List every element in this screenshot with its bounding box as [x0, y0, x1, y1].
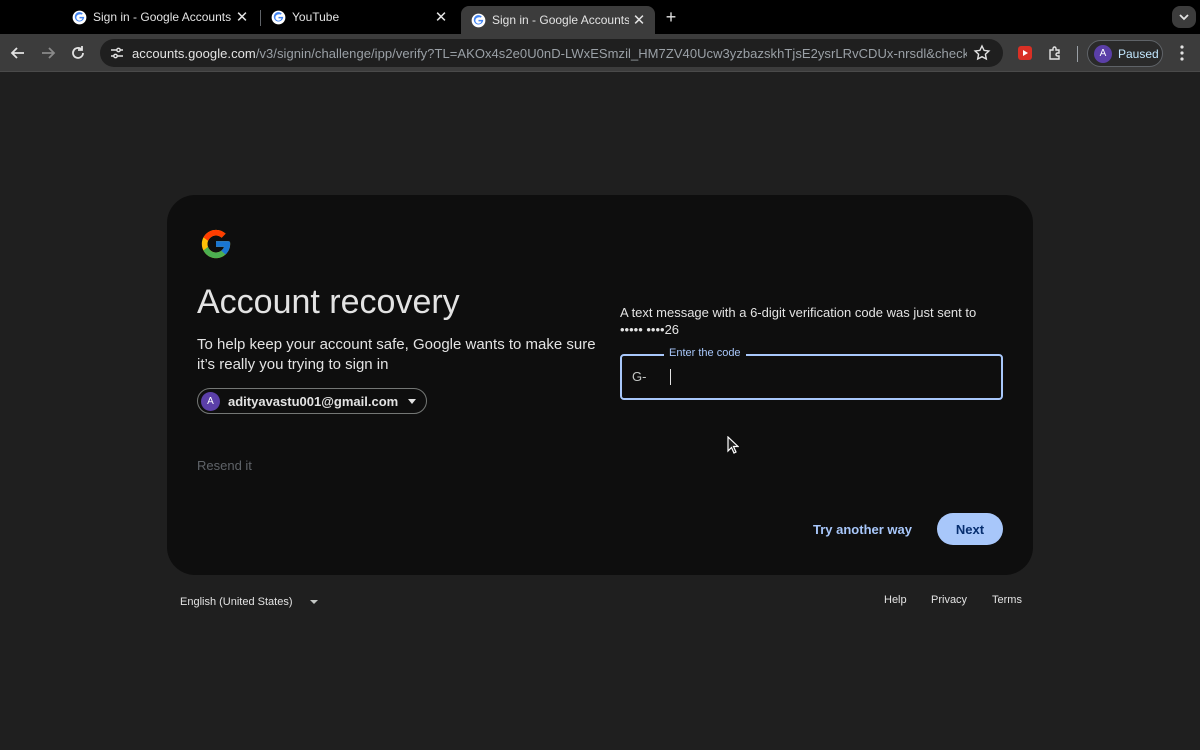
tab-title: YouTube	[292, 10, 340, 24]
url-host: accounts.google.com	[132, 45, 256, 61]
next-button[interactable]: Next	[937, 513, 1003, 545]
profile-status: Paused	[1118, 46, 1159, 61]
page-title: Account recovery	[197, 283, 460, 321]
page-subtitle: To help keep your account safe, Google w…	[197, 336, 596, 373]
close-icon[interactable]: ✕	[629, 10, 649, 30]
caret-down-icon	[310, 600, 318, 604]
resend-link[interactable]: Resend it	[197, 458, 252, 473]
text-caret	[670, 369, 671, 385]
browser-toolbar: accounts.google.com/v3/signin/challenge/…	[0, 34, 1200, 72]
address-bar[interactable]: accounts.google.com/v3/signin/challenge/…	[100, 39, 1003, 67]
arrow-left-icon	[10, 47, 24, 59]
help-link[interactable]: Help	[884, 594, 907, 606]
tab-title: Sign in - Google Accounts	[492, 13, 629, 27]
account-recovery-card: Account recovery To help keep your accou…	[167, 195, 1033, 575]
tab-sign-in-active[interactable]: Sign in - Google Accounts ✕	[461, 6, 655, 34]
tab-sign-in-1[interactable]: Sign in - Google Accounts ✕	[62, 0, 258, 34]
language-select[interactable]: English (United States)	[172, 591, 328, 613]
extension-red-icon[interactable]	[1015, 43, 1035, 63]
close-icon[interactable]: ✕	[232, 7, 252, 27]
arrow-right-icon	[42, 47, 56, 59]
code-prefix: G-	[632, 369, 647, 384]
tab-title: Sign in - Google Accounts	[93, 10, 232, 24]
google-favicon-icon	[271, 10, 286, 24]
profile-button[interactable]: A Paused	[1087, 40, 1163, 67]
google-logo-icon	[201, 229, 231, 259]
tab-strip: Sign in - Google Accounts ✕ YouTube ✕ Si…	[0, 0, 1200, 34]
reload-button[interactable]	[66, 41, 90, 65]
account-email: adityavastu001@gmail.com	[228, 393, 399, 409]
tab-youtube[interactable]: YouTube ✕	[261, 0, 457, 34]
close-icon[interactable]: ✕	[431, 7, 451, 27]
forward-button[interactable]	[36, 41, 60, 65]
avatar: A	[1094, 44, 1112, 63]
new-tab-button[interactable]: +	[660, 6, 682, 28]
url-text[interactable]: accounts.google.com/v3/signin/challenge/…	[132, 46, 967, 61]
language-label: English (United States)	[180, 596, 293, 608]
back-button[interactable]	[6, 41, 30, 65]
more-vert-icon[interactable]	[1172, 43, 1192, 63]
terms-link[interactable]: Terms	[992, 594, 1022, 606]
reload-icon	[72, 46, 84, 59]
try-another-way-button[interactable]: Try another way	[799, 513, 926, 545]
extensions-puzzle-icon[interactable]	[1045, 43, 1065, 63]
code-field-label: Enter the code	[664, 347, 746, 359]
mouse-pointer-icon	[727, 436, 739, 454]
site-info-icon[interactable]	[108, 44, 126, 62]
avatar: A	[201, 391, 220, 411]
privacy-link[interactable]: Privacy	[931, 594, 967, 606]
code-input[interactable]	[668, 366, 988, 388]
bookmark-star-icon[interactable]	[973, 44, 991, 62]
google-favicon-icon	[72, 10, 87, 24]
url-path: /v3/signin/challenge/ipp/verify?TL=AKOx4…	[255, 45, 967, 61]
google-favicon-icon	[471, 13, 486, 27]
account-chooser[interactable]: A adityavastu001@gmail.com	[197, 388, 428, 414]
tab-search-button[interactable]	[1172, 6, 1196, 28]
sent-code-message: A text message with a 6-digit verificati…	[620, 305, 977, 337]
code-field[interactable]: Enter the code G-	[620, 347, 1003, 400]
toolbar-divider	[1077, 46, 1078, 62]
chevron-down-icon	[1179, 14, 1189, 21]
caret-down-icon	[408, 398, 417, 404]
